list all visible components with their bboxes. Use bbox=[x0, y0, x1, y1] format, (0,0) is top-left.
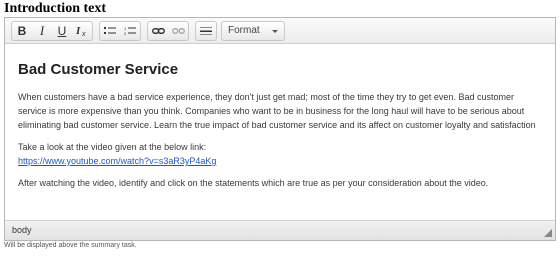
list-group: 1 2 bbox=[99, 21, 141, 41]
bulleted-list-icon bbox=[104, 27, 116, 34]
numbered-list-button[interactable]: 1 2 bbox=[120, 22, 140, 40]
link-icon bbox=[151, 28, 165, 34]
horizontal-rule-icon bbox=[200, 27, 212, 35]
content-paragraph: After watching the video, identify and c… bbox=[18, 178, 489, 188]
text-style-group: B I U I x bbox=[11, 21, 93, 41]
bold-button[interactable]: B bbox=[12, 22, 32, 40]
numbered-list-icon: 1 2 bbox=[124, 26, 136, 36]
link-group bbox=[147, 21, 189, 41]
horizontal-rule-button[interactable] bbox=[196, 22, 216, 40]
svg-text:x: x bbox=[81, 31, 86, 37]
insert-group bbox=[195, 21, 217, 41]
resize-grip-icon[interactable] bbox=[544, 229, 552, 237]
editor-content-area[interactable]: Bad Customer Service When customers have… bbox=[5, 45, 555, 220]
content-paragraph: When customers have a bad service experi… bbox=[18, 92, 536, 130]
remove-format-button[interactable]: I x bbox=[72, 22, 92, 40]
video-prompt-text: Take a look at the video given at the be… bbox=[18, 142, 207, 152]
chevron-down-icon bbox=[272, 30, 278, 33]
video-link[interactable]: https://www.youtube.com/watch?v=s3aR3yP4… bbox=[18, 156, 216, 166]
element-path[interactable]: body bbox=[12, 225, 32, 235]
underline-button[interactable]: U bbox=[52, 22, 72, 40]
italic-button[interactable]: I bbox=[32, 22, 52, 40]
link-button[interactable] bbox=[148, 22, 168, 40]
unlink-icon bbox=[171, 28, 185, 34]
format-dropdown[interactable]: Format bbox=[221, 21, 285, 41]
svg-text:2: 2 bbox=[124, 31, 127, 36]
bulleted-list-button[interactable] bbox=[100, 22, 120, 40]
editor-statusbar: body bbox=[5, 220, 555, 240]
field-help-text: Will be displayed above the summary task… bbox=[4, 242, 137, 249]
unlink-button[interactable] bbox=[168, 22, 188, 40]
rich-text-editor: B I U I x 1 2 Format Bad Customer Servic… bbox=[4, 17, 556, 241]
svg-text:I: I bbox=[75, 25, 81, 37]
editor-toolbar: B I U I x 1 2 Format bbox=[5, 18, 555, 44]
content-heading: Bad Customer Service bbox=[18, 61, 179, 78]
content-paragraph: Take a look at the video given at the be… bbox=[18, 140, 542, 168]
field-label: Introduction text bbox=[4, 1, 107, 16]
format-dropdown-value: Format bbox=[228, 25, 260, 36]
remove-format-icon: I x bbox=[75, 25, 86, 37]
